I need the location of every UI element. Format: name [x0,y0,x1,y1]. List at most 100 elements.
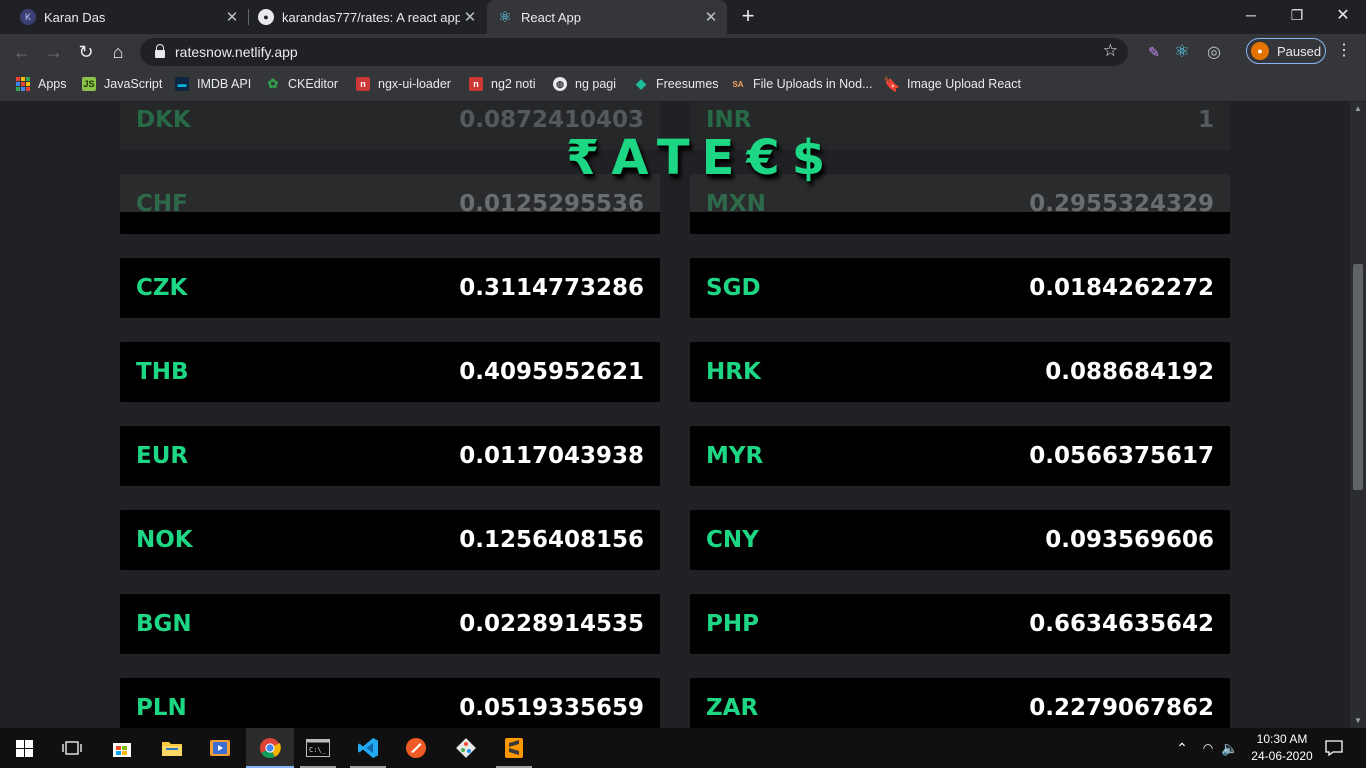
clock-date: 24-06-2020 [1251,749,1313,763]
taskbar-store[interactable] [98,728,146,768]
restore-button[interactable]: ❐ [1274,0,1320,30]
currency-rate: 1 [1197,107,1214,133]
windows-taskbar: C:\_ ⌃ ◠ 🔈 10:30 AM 24-06-2020 [0,728,1366,768]
profile-button[interactable]: ● Paused [1246,38,1326,64]
currency-code: CZK [136,275,188,301]
freesumes-icon: ◆ [634,76,648,91]
bookmark-freesumes[interactable]: ◆ Freesumes [634,70,719,98]
bookmark-star-icon[interactable]: ☆ [1103,41,1118,61]
bookmark-ng2-noti[interactable]: n ng2 noti [469,70,535,98]
address-bar[interactable]: ratesnow.netlify.app ☆ [140,38,1128,66]
tab-title: React App [521,9,581,25]
currency-rate: 0.6634635642 [1029,611,1214,637]
start-button[interactable] [0,728,48,768]
tab-github-rates[interactable]: ● karandas777/rates: A react app fo ✕ [250,0,486,34]
taskbar-media-player[interactable] [196,728,244,768]
npm-icon: n [469,77,483,91]
chevron-up-icon[interactable]: ⌃ [1172,728,1192,768]
bookmark-label: File Uploads in Nod... [753,77,873,91]
volume-icon[interactable]: 🔈 [1220,728,1240,768]
reload-button[interactable]: ↻ [74,40,98,64]
notifications-icon[interactable] [1322,728,1346,768]
scroll-down-arrow-icon[interactable]: ▼ [1350,714,1366,728]
rate-card: CZK 0.3114773286 [120,258,660,318]
task-view-icon [62,741,82,755]
taskbar-postman[interactable] [392,728,440,768]
rate-card: CNY 0.093569606 [690,510,1230,570]
bookmark-imdb-api[interactable]: ▬ IMDB API [175,70,251,98]
taskbar-sublime[interactable] [490,728,538,768]
bookmark-label: Freesumes [656,77,719,91]
rate-card: ZAR 0.2279067862 [690,678,1230,728]
bookmark-ng-pagi[interactable]: ◍ ng pagi [553,70,616,98]
profile-status: Paused [1277,43,1322,59]
lock-icon [155,44,165,58]
rate-card: THB 0.4095952621 [120,342,660,402]
wifi-icon[interactable]: ◠ [1198,728,1218,768]
rate-card: HRK 0.088684192 [690,342,1230,402]
close-icon[interactable]: ✕ [701,8,721,26]
npm-icon: n [356,77,370,91]
vscode-icon [358,738,378,758]
currency-code: ZAR [706,695,759,721]
currency-rate: 0.0117043938 [459,443,644,469]
currency-code: MYR [706,443,764,469]
vertical-scrollbar[interactable]: ▲ ▼ [1350,102,1366,728]
sublime-text-icon [505,738,523,758]
bookmark-file-uploads[interactable]: SA File Uploads in Nod... [731,70,873,98]
letter-k-icon: K [20,9,36,25]
close-icon[interactable]: ✕ [460,8,480,26]
forward-button[interactable]: → [42,40,66,64]
taskbar-vscode[interactable] [344,728,392,768]
bookmark-ckeditor[interactable]: ✿ CKEditor [266,70,338,98]
taskbar-gitkraken[interactable] [442,728,490,768]
store-icon [113,743,131,757]
currency-code: THB [136,359,189,385]
svg-text:C:\_: C:\_ [309,746,327,754]
currency-rate: 0.2279067862 [1029,695,1214,721]
taskbar-terminal[interactable]: C:\_ [294,728,342,768]
rate-card: NOK 0.1256408156 [120,510,660,570]
extension-target-icon[interactable]: ◎ [1204,42,1224,62]
scroll-up-arrow-icon[interactable]: ▲ [1350,102,1366,116]
currency-code: CNY [706,527,759,553]
home-button[interactable]: ⌂ [106,40,130,64]
bookmark-javascript[interactable]: JS JavaScript [82,70,162,98]
bookmark-ngx-ui-loader[interactable]: n ngx-ui-loader [356,70,451,98]
bookmarks-bar: Apps JS JavaScript ▬ IMDB API ✿ CKEditor… [0,70,1366,102]
bookmark-image-upload-react[interactable]: 🔖 Image Upload React [883,70,1021,98]
minimize-button[interactable]: ─ [1228,0,1274,30]
tab-react-app[interactable]: ⚛ React App ✕ [487,0,727,34]
action-center-glyph [1325,740,1343,756]
back-button[interactable]: ← [10,40,34,64]
scrollbar-thumb[interactable] [1353,264,1363,490]
system-clock[interactable]: 10:30 AM 24-06-2020 [1244,731,1320,765]
rate-card: PHP 0.6634635642 [690,594,1230,654]
rate-card: MYR 0.0566375617 [690,426,1230,486]
bookmark-label: ng2 noti [491,77,536,91]
currency-code: HRK [706,359,761,385]
bookmark-apps[interactable]: Apps [16,70,67,98]
extension-pen-icon[interactable]: ✎ [1144,42,1164,62]
bookmark-label: JavaScript [104,77,163,91]
new-tab-button[interactable]: + [736,4,760,30]
rate-card: SGD 0.0184262272 [690,258,1230,318]
close-window-button[interactable]: ✕ [1320,0,1366,30]
apps-grid-icon [16,77,30,91]
taskbar-file-explorer[interactable] [148,728,196,768]
close-icon[interactable]: ✕ [222,8,242,26]
folder-icon [162,742,182,756]
js-icon: JS [82,77,96,91]
windows-logo-icon [15,739,33,757]
rate-card: EUR 0.0117043938 [120,426,660,486]
taskbar-chrome[interactable] [246,728,294,768]
task-view-button[interactable] [48,728,96,768]
kebab-menu-icon[interactable]: ⋮ [1336,42,1352,60]
tab-karan-das[interactable]: K Karan Das ✕ [0,0,248,34]
bookmark-label: ngx-ui-loader [378,77,451,91]
react-devtools-icon[interactable]: ⚛ [1172,42,1192,62]
globe-icon: ◍ [553,77,567,91]
currency-rate: 0.1256408156 [459,527,644,553]
currency-rate: 0.0566375617 [1029,443,1214,469]
bookmark-label: ng pagi [575,77,617,91]
